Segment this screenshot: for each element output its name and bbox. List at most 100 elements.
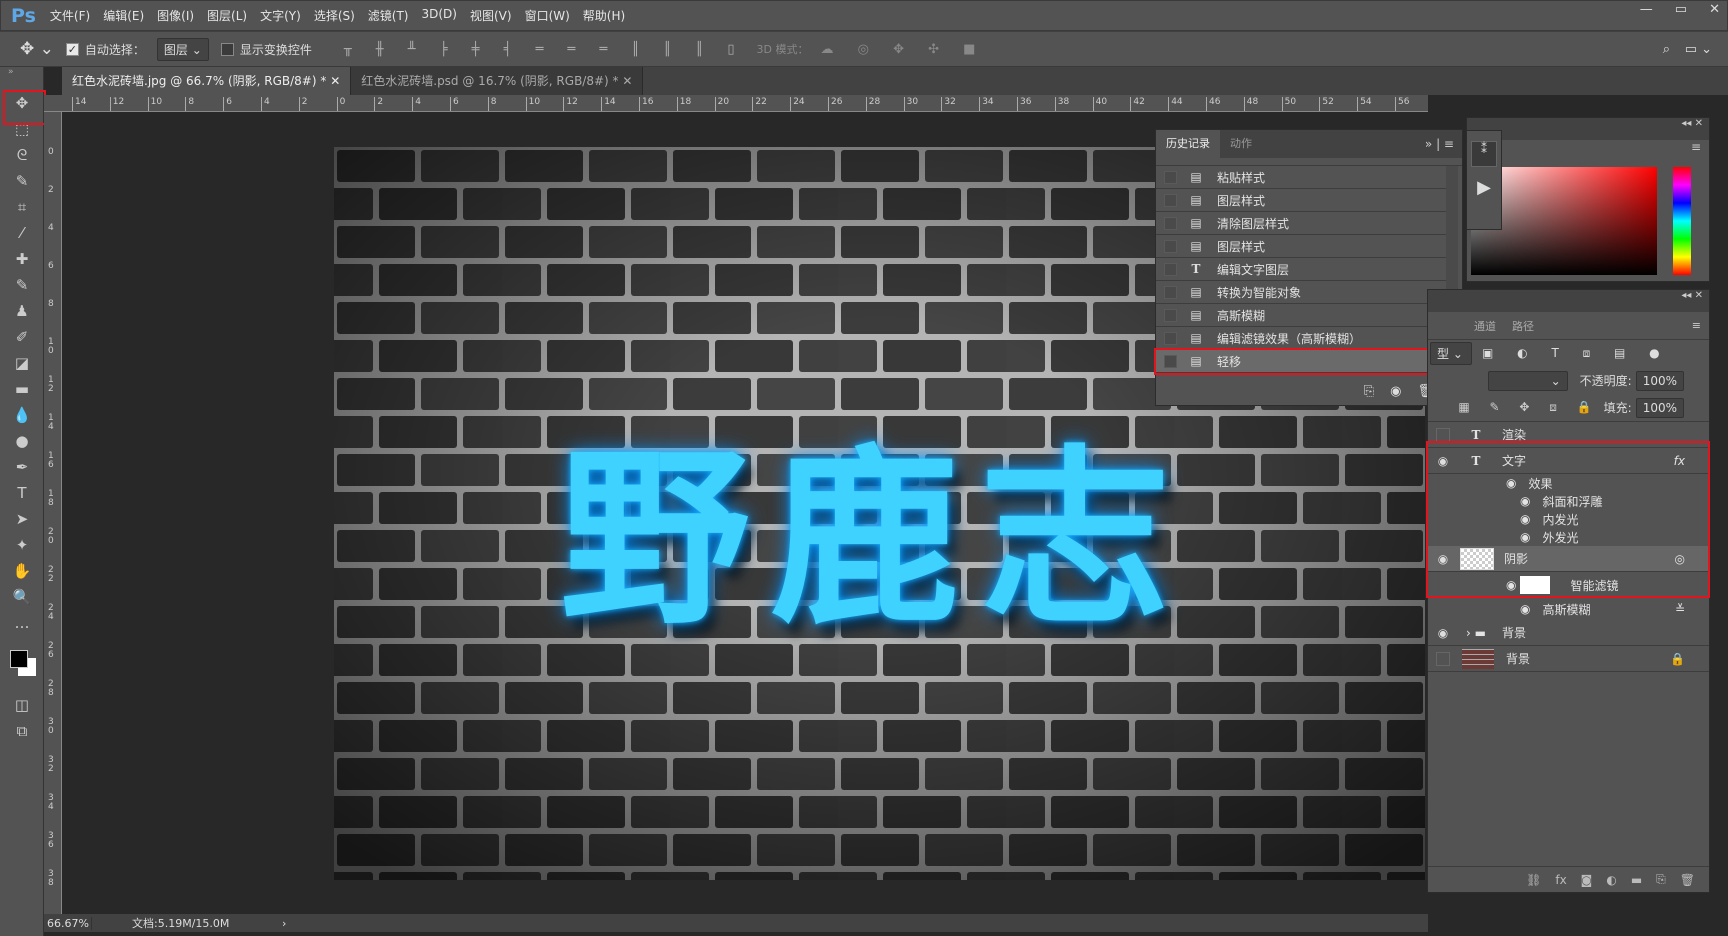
- link-layers-icon[interactable]: ⛓: [1526, 873, 1541, 887]
- hue-slider[interactable]: [1673, 167, 1691, 275]
- snapshot-checkbox[interactable]: [1164, 216, 1177, 230]
- close-button[interactable]: ✕: [1709, 2, 1720, 17]
- history-state[interactable]: ▤ 编辑滤镜效果（高斯模糊）: [1156, 327, 1446, 350]
- fill-input[interactable]: 100%: [1635, 397, 1684, 418]
- blur-tool-icon[interactable]: 💧: [0, 402, 44, 428]
- shape-tool-icon[interactable]: ✦: [0, 532, 44, 558]
- history-state[interactable]: T 编辑文字图层: [1156, 258, 1446, 281]
- snapshot-camera-icon[interactable]: ◉: [1390, 384, 1401, 399]
- menu-item[interactable]: 编辑(E): [103, 7, 144, 24]
- maximize-button[interactable]: ▭: [1675, 2, 1687, 17]
- quick-select-icon[interactable]: ✎: [0, 168, 44, 194]
- gradient-icon[interactable]: ▬: [0, 376, 44, 402]
- stamp-tool-icon[interactable]: ♟: [0, 298, 44, 324]
- history-state[interactable]: ▤ 高斯模糊: [1156, 304, 1446, 327]
- snapshot-checkbox[interactable]: [1164, 170, 1177, 184]
- workspace-icon[interactable]: ▭ ⌄: [1685, 42, 1712, 57]
- snapshot-checkbox[interactable]: [1164, 354, 1177, 368]
- history-state[interactable]: ▤ 图层样式: [1156, 189, 1446, 212]
- tab-psd[interactable]: 红色水泥砖墙.psd @ 16.7% (阴影, RGB/8#) * ✕: [351, 67, 644, 95]
- snapshot-checkbox[interactable]: [1164, 193, 1177, 207]
- layer-row[interactable]: ◉ › ▬ 背景: [1428, 620, 1709, 646]
- menu-item[interactable]: 文字(Y): [260, 7, 301, 24]
- more-tools-icon[interactable]: …: [0, 610, 44, 636]
- tab-actions[interactable]: 动作: [1220, 130, 1262, 158]
- zoom-tool-icon[interactable]: 🔍: [0, 584, 44, 610]
- history-state[interactable]: ▤ 转换为智能对象: [1156, 281, 1446, 304]
- history-brush-icon[interactable]: ⁑: [1471, 141, 1497, 167]
- auto-select-checkbox[interactable]: ✓: [65, 42, 79, 56]
- color-swatches[interactable]: [0, 642, 43, 692]
- menu-item[interactable]: 帮助(H): [583, 7, 625, 24]
- align-icons[interactable]: ╥ ╫ ╨ ╞ ╪ ╡ ═ ═ ═ ║ ║ ║ ▯: [344, 42, 745, 57]
- snapshot-checkbox[interactable]: [1164, 239, 1177, 253]
- close-tab-icon[interactable]: ✕: [622, 74, 632, 88]
- dodge-tool-icon[interactable]: ●: [0, 428, 44, 454]
- delete-layer-icon[interactable]: 🗑: [1680, 873, 1695, 887]
- menu-item[interactable]: 窗口(W): [525, 7, 570, 24]
- tab-channels[interactable]: 通道: [1466, 318, 1504, 334]
- move-tool-icon[interactable]: ✥ ⌄: [20, 39, 54, 59]
- menu-item[interactable]: 视图(V): [470, 7, 512, 24]
- menu-item[interactable]: 图像(I): [157, 7, 194, 24]
- history-brush-icon[interactable]: ✐: [0, 324, 44, 350]
- snapshot-checkbox[interactable]: [1164, 262, 1177, 276]
- effect-eye-icon[interactable]: ◉: [1520, 602, 1530, 616]
- visibility-toggle[interactable]: [1436, 427, 1450, 442]
- blend-mode-dropdown[interactable]: ⌄: [1487, 370, 1568, 391]
- history-state[interactable]: ▤ 粘贴样式: [1156, 166, 1446, 189]
- tab-history[interactable]: 历史记录: [1156, 130, 1220, 158]
- collapse-icon[interactable]: »: [0, 67, 43, 90]
- tab-paths[interactable]: 路径: [1504, 318, 1542, 334]
- filter-icons[interactable]: ▣ ◐ T ⧈ ▤ ●: [1482, 346, 1670, 361]
- quick-mask-icon[interactable]: ◫: [0, 692, 44, 718]
- menu-item[interactable]: 3D(D): [422, 7, 457, 24]
- snapshot-checkbox[interactable]: [1164, 285, 1177, 299]
- new-document-from-state-icon[interactable]: ⎘: [1364, 384, 1374, 399]
- history-state[interactable]: ▤ 清除图层样式: [1156, 212, 1446, 235]
- zoom-level[interactable]: 66.67%: [44, 916, 92, 930]
- hand-tool-icon[interactable]: ✋: [0, 558, 44, 584]
- snapshot-checkbox[interactable]: [1164, 308, 1177, 322]
- auto-select-dropdown[interactable]: 图层 ⌄: [156, 37, 209, 61]
- adjustment-icon[interactable]: ◐: [1606, 873, 1616, 887]
- opacity-input[interactable]: 100%: [1635, 370, 1684, 391]
- menu-item[interactable]: 滤镜(T): [368, 7, 409, 24]
- filter-kind-dropdown[interactable]: 型 ⌄: [1430, 342, 1472, 365]
- eyedropper-icon[interactable]: ⁄: [0, 220, 44, 246]
- menu-item[interactable]: 图层(L): [207, 7, 247, 24]
- pen-tool-icon[interactable]: ✒: [0, 454, 44, 480]
- menu-item[interactable]: 文件(F): [50, 7, 90, 24]
- screen-mode-icon[interactable]: ⧉: [0, 718, 44, 744]
- history-state[interactable]: ▤ 轻移: [1154, 348, 1448, 375]
- layer-row[interactable]: 背景 🔒: [1428, 646, 1709, 672]
- crop-tool-icon[interactable]: ⌗: [0, 194, 44, 220]
- show-transform-checkbox[interactable]: [220, 42, 234, 56]
- fx-icon[interactable]: fx: [1555, 873, 1566, 887]
- path-select-icon[interactable]: ➤: [0, 506, 44, 532]
- menu-item[interactable]: 选择(S): [314, 7, 355, 24]
- tab-jpg[interactable]: 红色水泥砖墙.jpg @ 66.7% (阴影, RGB/8#) * ✕: [62, 67, 352, 95]
- type-tool-icon[interactable]: T: [0, 480, 44, 506]
- history-state[interactable]: ▤ 图层样式: [1156, 235, 1446, 258]
- lasso-tool-icon[interactable]: ᘓ: [0, 142, 44, 168]
- panel-menu-icon[interactable]: ≡: [1691, 140, 1701, 154]
- snapshot-checkbox[interactable]: [1164, 331, 1177, 345]
- close-tab-icon[interactable]: ✕: [330, 74, 340, 88]
- play-actions-icon[interactable]: ▶: [1467, 177, 1501, 198]
- visibility-toggle[interactable]: ◉: [1428, 626, 1458, 640]
- brush-tool-icon[interactable]: ✎: [0, 272, 44, 298]
- healing-brush-icon[interactable]: ✚: [0, 246, 44, 272]
- new-layer-icon[interactable]: ⎘: [1656, 872, 1666, 887]
- add-mask-icon[interactable]: ◙: [1581, 873, 1593, 887]
- new-group-icon[interactable]: ▬: [1631, 873, 1642, 887]
- panel-menu-icon[interactable]: ≡: [1542, 319, 1709, 332]
- panel-menu-icon[interactable]: » | ≡: [1262, 130, 1462, 158]
- eraser-icon[interactable]: ◪: [0, 350, 44, 376]
- search-icon[interactable]: ⌕: [1663, 42, 1670, 57]
- lock-icons[interactable]: ▦ ✎ ✥ ⧈ 🔒: [1458, 400, 1599, 415]
- status-menu-arrow[interactable]: ›: [282, 917, 286, 930]
- 3d-mode-icons[interactable]: ☁ ◎ ✥ ✣ ■: [820, 42, 985, 57]
- filter-options-icon[interactable]: ≚: [1675, 602, 1685, 616]
- layer-row[interactable]: ◉ 高斯模糊 ≚: [1428, 598, 1709, 620]
